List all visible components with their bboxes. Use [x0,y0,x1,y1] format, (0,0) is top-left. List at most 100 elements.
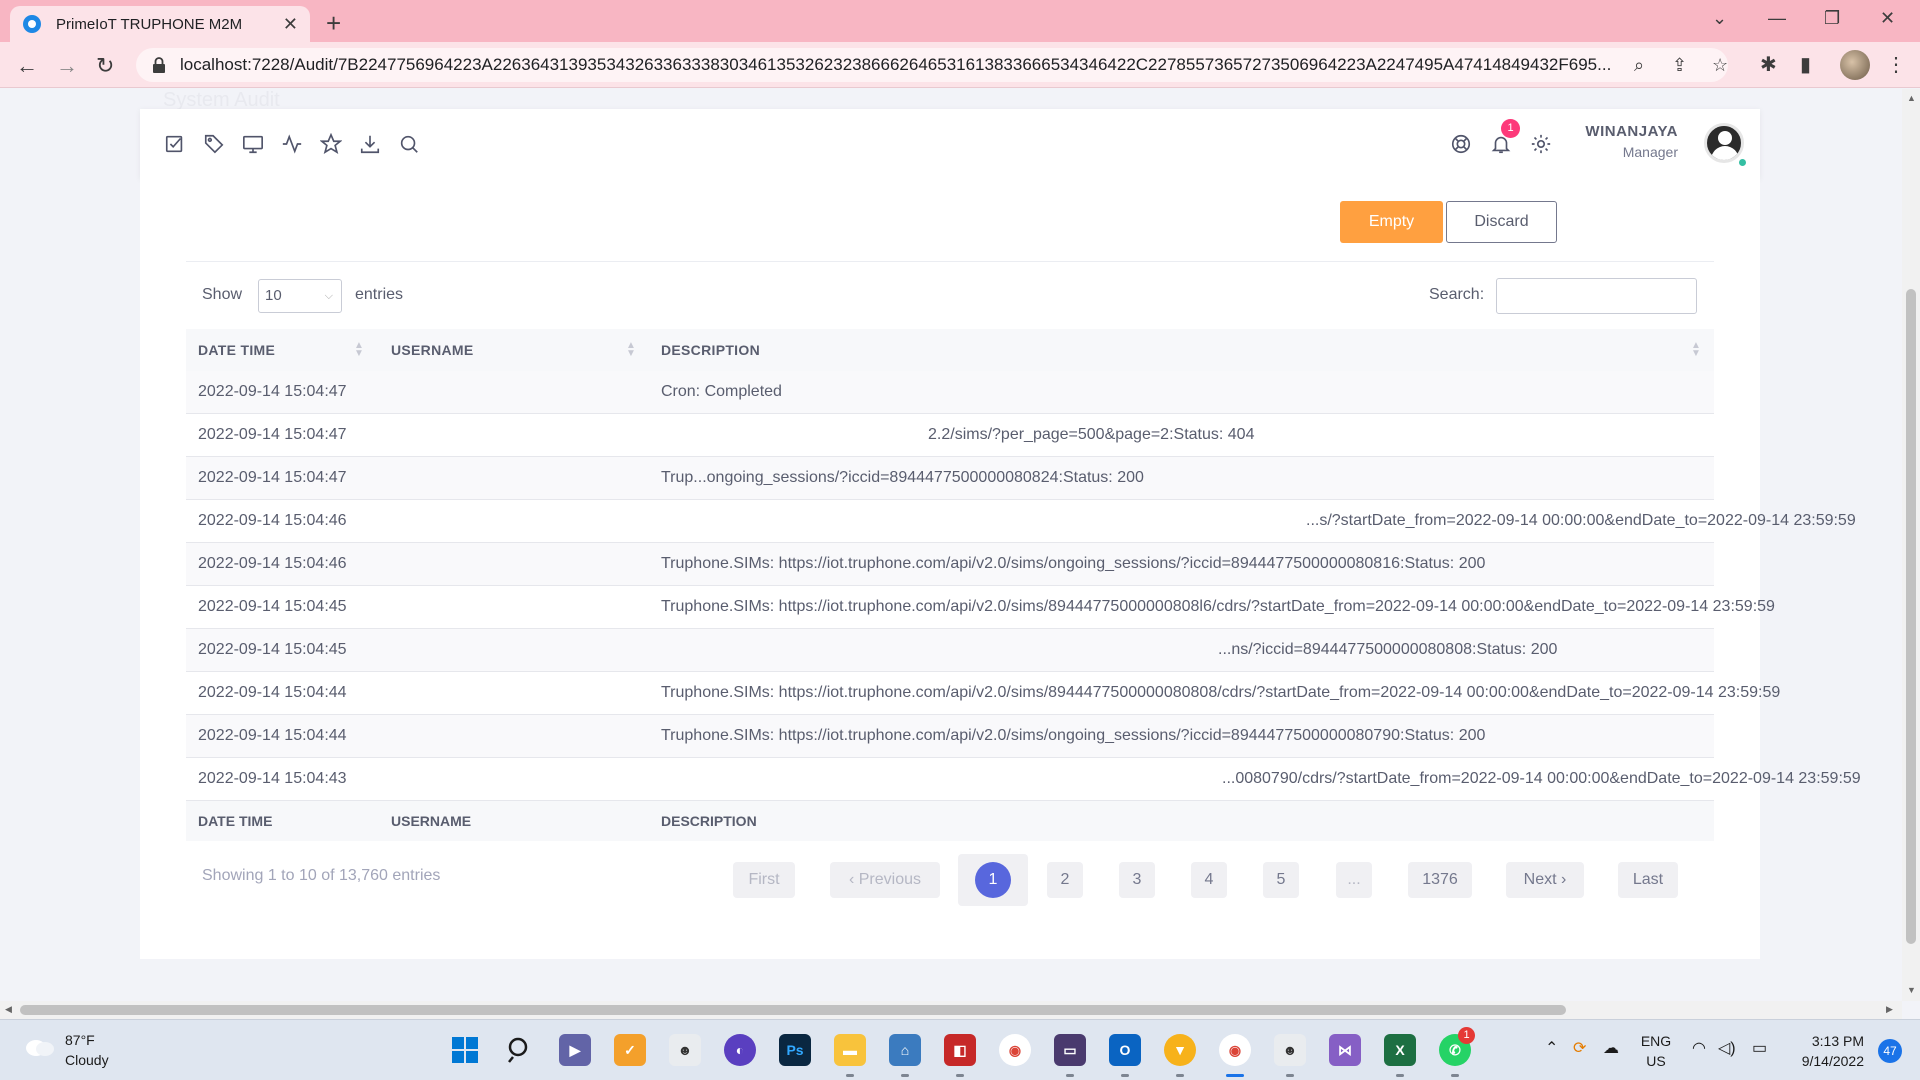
vpn-shield-icon[interactable]: ▼ [1164,1034,1196,1066]
lock-icon [153,57,165,73]
tasks-icon[interactable] [164,133,186,155]
visual-studio-icon[interactable]: ⋈ [1329,1034,1361,1066]
excel-icon[interactable]: X [1384,1034,1416,1066]
search-icon[interactable] [398,133,420,155]
sync-icon[interactable]: ⟳ [1573,1038,1586,1058]
address-bar[interactable]: localhost:7228/Audit/7B2247756964223A226… [136,48,1728,82]
column-header-description[interactable]: DESCRIPTION [661,342,760,358]
share-icon[interactable]: ⇪ [1672,55,1687,76]
previous-page-button[interactable]: ‹ Previous [830,862,940,898]
table-row[interactable]: 2022-09-14 15:04:47 Cron: Completed [186,371,1714,414]
windows-start-icon[interactable] [449,1034,481,1066]
activity-icon[interactable] [281,133,303,155]
eclipse-app-icon[interactable]: ◐ [724,1034,756,1066]
page-button-5[interactable]: 5 [1263,862,1299,898]
show-hidden-icons-chevron-icon[interactable]: ⌃ [1545,1038,1558,1058]
restore-icon[interactable]: ❐ [1824,8,1840,29]
table-row[interactable]: 2022-09-14 15:04:44 Truphone.SIMs: https… [186,672,1780,715]
scroll-right-arrow-icon[interactable]: ▶ [1886,1004,1893,1015]
column-header-username[interactable]: USERNAME [391,342,474,358]
browser-profile-avatar[interactable] [1840,50,1870,80]
volume-icon[interactable]: ◁) [1718,1038,1736,1058]
file-explorer-icon[interactable]: ▬ [834,1034,866,1066]
bookmark-star-icon[interactable]: ☆ [1712,55,1728,76]
monitor-icon[interactable] [242,133,264,155]
settings-gear-icon[interactable] [1530,133,1552,155]
back-icon[interactable]: ← [16,53,38,79]
terminal-icon[interactable]: ▭ [1054,1034,1086,1066]
language-indicator[interactable]: ENG US [1636,1031,1676,1071]
column-header-datetime[interactable]: DATE TIME [198,342,275,358]
browser-menu-icon[interactable]: ⋮ [1886,52,1906,77]
chrome-profile-2-icon[interactable]: ☻ [1274,1034,1306,1066]
empty-button[interactable]: Empty [1340,201,1443,243]
next-page-button[interactable]: Next › [1506,862,1584,898]
cloud-icon[interactable]: ☁ [1603,1038,1619,1058]
star-icon[interactable] [319,132,343,155]
battery-icon[interactable]: ▭ [1752,1038,1767,1058]
chrome-active-icon[interactable]: ◉ [1219,1034,1251,1066]
first-page-button[interactable]: First [733,862,795,898]
tag-icon[interactable] [203,133,225,155]
table-row[interactable]: 2022-09-14 15:04:46 ...s/?startDate_from… [186,500,1856,543]
discard-button[interactable]: Discard [1446,201,1557,243]
teams-chat-icon[interactable]: ▶ [559,1034,591,1066]
table-row[interactable]: 2022-09-14 15:04:43 ...0080790/cdrs/?sta… [186,758,1861,801]
browser-tab[interactable]: PrimeIoT TRUPHONE M2M ✕ [10,6,310,42]
user-avatar[interactable] [1704,123,1744,163]
remote-desktop-icon[interactable]: ◧ [944,1034,976,1066]
scroll-up-arrow-icon[interactable]: ▲ [1907,93,1916,103]
help-lifebuoy-icon[interactable] [1450,133,1472,155]
running-indicator [1451,1074,1459,1077]
sort-icon[interactable]: ▲ ▼ [1691,341,1701,359]
vertical-scrollbar[interactable]: ▲ ▼ [1902,89,1920,1001]
system-clock[interactable]: 3:13 PM 9/14/2022 [1778,1031,1864,1071]
sort-icon[interactable]: ▲ ▼ [626,341,636,359]
chrome-icon[interactable]: ◉ [999,1034,1031,1066]
scroll-left-arrow-icon[interactable]: ◀ [5,1004,12,1015]
table-row[interactable]: 2022-09-14 15:04:45 Truphone.SIMs: https… [186,586,1775,629]
minimize-icon[interactable]: — [1768,8,1786,29]
new-tab-button[interactable]: + [326,8,341,39]
scroll-down-arrow-icon[interactable]: ▼ [1907,985,1916,995]
reload-icon[interactable]: ↻ [96,53,114,79]
page-button-1[interactable]: 1 [975,862,1011,898]
photoshop-icon[interactable]: Ps [779,1034,811,1066]
user-role: Manager [1622,144,1678,160]
horizontal-scrollbar[interactable]: ◀ ▶ [0,1001,1902,1019]
notification-center-badge[interactable]: 47 [1878,1039,1902,1063]
chrome-profile-app-icon[interactable]: ☻ [669,1034,701,1066]
window-close-icon[interactable]: ✕ [1880,8,1895,29]
download-icon[interactable] [359,133,381,155]
chart-app-icon[interactable]: ✓ [614,1034,646,1066]
user-name[interactable]: WINANJAYA [1585,123,1678,140]
tab-search-icon[interactable]: ⌄ [1712,8,1727,29]
search-input[interactable] [1496,278,1697,314]
network-app-icon[interactable]: ⌂ [889,1034,921,1066]
side-panel-icon[interactable]: ▮ [1800,52,1811,77]
page-button-last-number[interactable]: 1376 [1408,862,1472,898]
search-icon[interactable] [504,1034,536,1066]
tab-close-icon[interactable]: ✕ [283,14,298,35]
page-button-4[interactable]: 4 [1191,862,1227,898]
vertical-scroll-thumb[interactable] [1906,289,1916,944]
forward-icon[interactable]: → [56,53,78,79]
table-row[interactable]: 2022-09-14 15:04:46 Truphone.SIMs: https… [186,543,1714,586]
outlook-icon[interactable]: O [1109,1034,1141,1066]
page-button-2[interactable]: 2 [1047,862,1083,898]
cloudy-weather-icon[interactable] [22,1035,56,1057]
table-row[interactable]: 2022-09-14 15:04:47 2.2/sims/?per_page=5… [186,414,1714,457]
page-button-3[interactable]: 3 [1119,862,1155,898]
table-row[interactable]: 2022-09-14 15:04:45 ...ns/?iccid=8944477… [186,629,1714,672]
last-page-button[interactable]: Last [1618,862,1678,898]
table-row[interactable]: 2022-09-14 15:04:47 Trup...ongoing_sessi… [186,457,1714,500]
weather-temperature[interactable]: 87°F [65,1032,95,1048]
page-length-select[interactable]: 10 ⌵ [258,279,342,313]
zoom-icon[interactable]: ⌕ [1634,55,1644,76]
extensions-icon[interactable]: ✱ [1760,52,1777,77]
wifi-icon[interactable]: ◠ [1692,1038,1706,1058]
table-row[interactable]: 2022-09-14 15:04:44 Truphone.SIMs: https… [186,715,1714,758]
weather-description[interactable]: Cloudy [65,1052,109,1068]
horizontal-scroll-thumb[interactable] [20,1005,1566,1015]
sort-icon[interactable]: ▲ ▼ [354,341,364,359]
